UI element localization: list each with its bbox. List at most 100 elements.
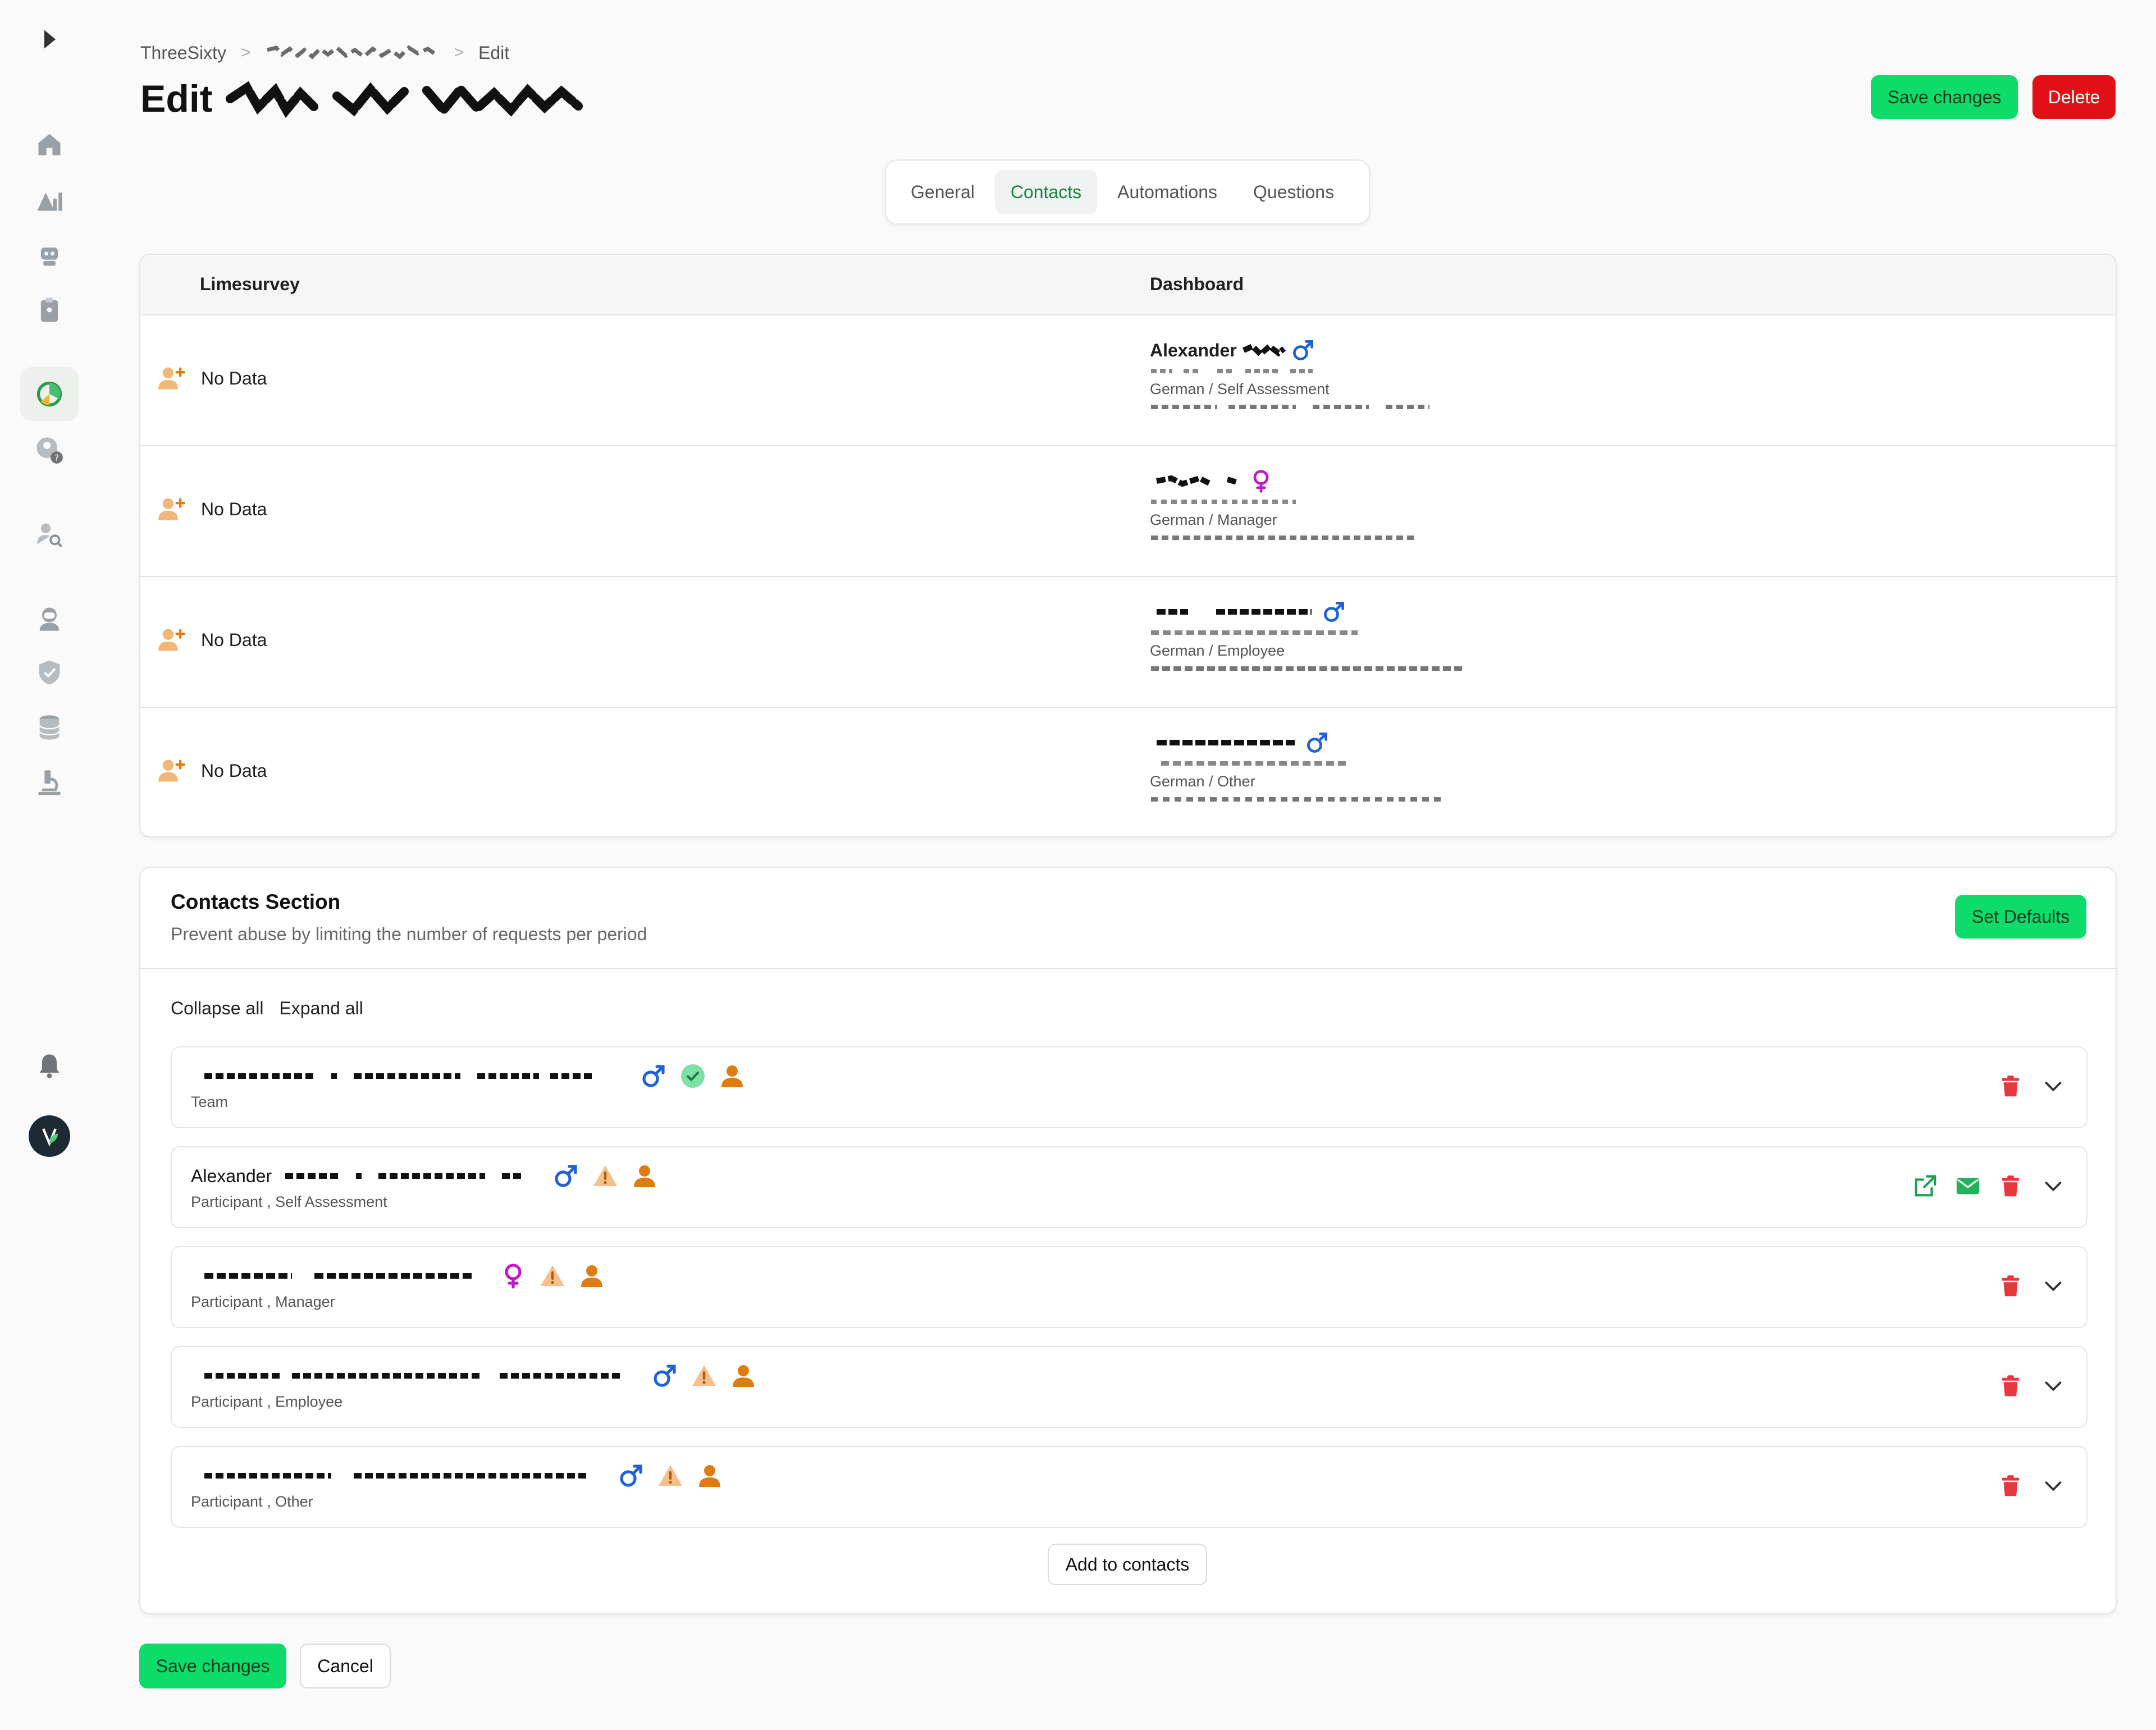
redacted-details — [1151, 405, 1429, 409]
male-icon — [618, 1462, 645, 1489]
contact-subtitle: Team — [191, 1093, 229, 1110]
add-user-icon[interactable] — [157, 625, 186, 655]
table-header: Limesurvey Dashboard — [140, 255, 2116, 315]
dashboard-cell: German / Employee — [1150, 599, 1470, 677]
set-defaults-button[interactable]: Set Defaults — [1955, 895, 2086, 939]
contact-item[interactable]: Team — [171, 1046, 2088, 1128]
sidebar-item-bots[interactable] — [20, 228, 79, 282]
expand-all-button[interactable]: Expand all — [279, 998, 363, 1019]
limesurvey-cell: No Data — [157, 364, 267, 393]
sidebar: ? — [0, 0, 99, 1730]
add-user-icon[interactable] — [157, 495, 186, 524]
redacted-text — [204, 1073, 595, 1079]
person-icon — [730, 1362, 757, 1389]
external-link-icon[interactable] — [1912, 1173, 1938, 1199]
breadcrumb-root[interactable]: ThreeSixty — [140, 43, 226, 63]
person-icon — [696, 1462, 723, 1489]
sidebar-item-home[interactable] — [20, 117, 79, 171]
contact-item[interactable]: Alexander Participant , Self Assessment — [171, 1146, 2088, 1228]
sidebar-item-threesixty[interactable] — [20, 367, 79, 421]
sidebar-item-lab[interactable] — [20, 756, 79, 809]
sidebar-item-security[interactable] — [20, 646, 79, 699]
threesixty-logo-icon — [36, 381, 62, 407]
delete-button[interactable]: Delete — [2032, 75, 2116, 119]
redacted-email — [1161, 761, 1346, 766]
footer-save-button[interactable]: Save changes — [139, 1644, 286, 1688]
trash-icon[interactable] — [1998, 1173, 2023, 1199]
warning-icon — [657, 1462, 684, 1489]
add-user-icon[interactable] — [157, 364, 186, 393]
language-role: German / Other — [1150, 772, 1255, 790]
no-data-label: No Data — [201, 629, 267, 650]
contact-item[interactable]: Participant , Manager — [171, 1246, 2088, 1328]
trash-icon[interactable] — [1998, 1373, 2023, 1399]
microscope-icon — [38, 770, 61, 795]
user-search-icon — [37, 523, 63, 548]
tab-questions[interactable]: Questions — [1237, 170, 1350, 214]
contact-subtitle: Participant , Manager — [191, 1293, 335, 1310]
redacted-email — [1151, 500, 1296, 504]
sidebar-item-analytics[interactable] — [20, 173, 79, 227]
contacts-section: Contacts Section Prevent abuse by limiti… — [139, 867, 2117, 1614]
redacted-details — [1151, 666, 1464, 671]
chevron-down-icon[interactable] — [2040, 1273, 2066, 1299]
add-user-icon[interactable] — [157, 756, 186, 785]
mail-icon[interactable] — [1955, 1173, 1981, 1199]
female-icon — [1249, 469, 1273, 493]
redacted-details — [1151, 797, 1442, 802]
expand-sidebar-icon[interactable] — [37, 27, 62, 52]
language-role: German / Employee — [1150, 642, 1285, 659]
redacted-text — [204, 1373, 623, 1379]
collapse-all-button[interactable]: Collapse all — [171, 998, 263, 1019]
cancel-button[interactable]: Cancel — [300, 1644, 391, 1688]
trash-icon[interactable] — [1998, 1473, 2023, 1499]
trash-icon[interactable] — [1998, 1273, 2023, 1299]
chevron-down-icon[interactable] — [2040, 1373, 2066, 1399]
table-row: No Data Alexander German / Self Assessme… — [140, 315, 2116, 446]
language-role: German / Self Assessment — [1150, 380, 1330, 397]
female-icon — [500, 1262, 527, 1289]
avatar[interactable] — [29, 1115, 70, 1157]
database-icon — [39, 715, 60, 740]
male-icon — [1291, 338, 1315, 363]
chevron-down-icon[interactable] — [2040, 1473, 2066, 1499]
save-changes-button[interactable]: Save changes — [1871, 75, 2018, 119]
add-to-contacts-button[interactable]: Add to contacts — [1048, 1544, 1207, 1585]
person-icon — [631, 1163, 658, 1189]
tab-bar: General Contacts Automations Questions — [885, 159, 1370, 225]
shield-icon — [39, 660, 60, 685]
warning-icon — [539, 1262, 566, 1289]
contact-mapping-table: Limesurvey Dashboard No Data Alexander G… — [139, 254, 2117, 837]
tab-general[interactable]: General — [895, 170, 990, 214]
male-icon — [640, 1063, 667, 1090]
contact-item[interactable]: Participant , Other — [171, 1446, 2088, 1528]
contact-subtitle: Participant , Employee — [191, 1393, 343, 1410]
sidebar-item-database[interactable] — [20, 701, 79, 754]
redacted-project-name[interactable] — [265, 44, 439, 61]
support-agent-icon — [39, 607, 60, 631]
chevron-down-icon[interactable] — [2040, 1173, 2066, 1199]
table-row: No Data German / Other — [140, 708, 2116, 836]
person-icon — [578, 1262, 605, 1289]
warning-icon — [592, 1163, 619, 1189]
redacted-text — [1157, 609, 1312, 615]
contact-item[interactable]: Participant , Employee — [171, 1346, 2088, 1428]
trash-icon[interactable] — [1998, 1073, 2023, 1099]
tab-contacts[interactable]: Contacts — [994, 170, 1098, 214]
breadcrumb: ThreeSixty > > Edit — [140, 40, 509, 65]
sidebar-item-user-search[interactable] — [20, 507, 79, 561]
sidebar-item-notifications[interactable] — [20, 1038, 79, 1092]
contact-name — [1150, 469, 1419, 493]
person-icon — [719, 1063, 746, 1090]
redacted-email — [1151, 369, 1313, 373]
sidebar-item-support[interactable] — [20, 592, 79, 646]
dashboard-cell: Alexander German / Self Assessment — [1150, 338, 1431, 415]
sidebar-item-clipboard[interactable] — [20, 283, 79, 337]
chevron-down-icon[interactable] — [2040, 1073, 2066, 1099]
dashboard-cell: German / Other — [1150, 730, 1447, 808]
sidebar-item-user-help[interactable]: ? — [20, 423, 79, 477]
male-icon — [1305, 730, 1330, 755]
user-question-icon: ? — [36, 437, 63, 464]
limesurvey-cell: No Data — [157, 495, 267, 524]
tab-automations[interactable]: Automations — [1102, 170, 1233, 214]
